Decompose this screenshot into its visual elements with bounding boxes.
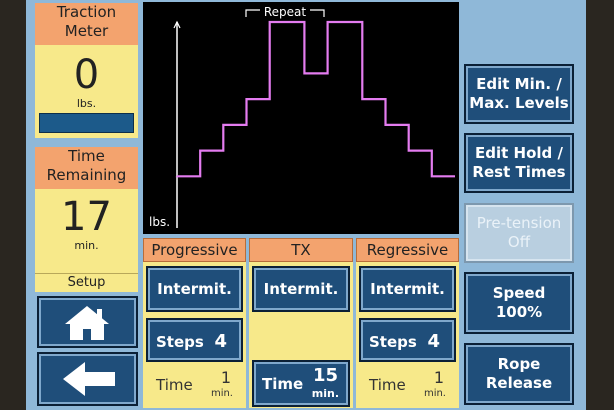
tx-mode-button[interactable]: Intermit. [252,266,350,312]
regressive-time-field[interactable]: Time 1 min. [359,364,456,408]
progressive-steps-button[interactable]: Steps 4 [146,318,243,362]
edit-levels-line1: Edit Min. / [476,75,562,93]
time-remaining-unit: min. [74,239,99,252]
speed-line1: Speed [492,284,546,302]
regressive-time-unit: min. [423,388,446,399]
progressive-mode-button[interactable]: Intermit. [146,266,243,312]
regressive-steps-label: Steps [369,333,417,351]
tx-time-button[interactable]: Time 15 min. [252,360,350,407]
progressive-time-label: Time [156,376,193,394]
rope-release-line2: Release [485,374,553,392]
regressive-time-value: 1 [433,368,444,387]
regressive-steps-button[interactable]: Steps 4 [359,318,456,362]
tab-progressive[interactable]: Progressive [143,238,246,262]
tx-time-value: 15 [312,365,338,386]
time-remaining-header: Time Remaining [35,147,138,189]
home-icon [65,306,109,340]
edit-levels-button[interactable]: Edit Min. / Max. Levels [464,64,574,124]
time-remaining-panel: 17 min. [35,189,138,273]
speed-button[interactable]: Speed 100% [464,272,574,334]
traction-profile-chart: Repeat lbs. [143,2,459,234]
progressive-time-value: 1 [220,368,231,387]
setup-label: Setup [35,273,138,292]
traction-meter-title-line1: Traction [56,3,117,21]
progressive-time-unit: min. [210,388,233,399]
y-unit-label: lbs. [149,215,170,229]
traction-meter-title-line2: Meter [64,22,109,40]
pretension-line2: Off [507,233,531,251]
repeat-label: Repeat [264,5,307,19]
time-remaining-title-line2: Remaining [46,166,127,184]
traction-meter-unit: lbs. [76,97,97,110]
pretension-line1: Pre-tension [476,214,562,232]
regressive-steps-value: 4 [427,331,440,352]
edit-hold-line2: Rest Times [472,163,566,181]
traction-meter-value: 0 [73,52,100,98]
traction-meter-header: Traction Meter [35,3,138,45]
rope-release-button[interactable]: Rope Release [464,343,574,405]
tx-time-unit: min. [311,387,339,400]
tab-tx[interactable]: TX [249,238,353,262]
edit-levels-line2: Max. Levels [469,94,569,112]
time-remaining-title-line1: Time [68,147,105,165]
back-button[interactable] [37,352,138,406]
traction-level-bar [39,113,134,133]
regressive-time-label: Time [369,376,406,394]
time-remaining-value: 17 [61,194,112,240]
regressive-mode-button[interactable]: Intermit. [359,266,456,312]
progressive-steps-label: Steps [156,333,204,351]
back-arrow-icon [63,362,115,396]
progressive-steps-value: 4 [214,331,227,352]
series-line [175,20,455,178]
progressive-time-field[interactable]: Time 1 min. [146,364,243,408]
home-button[interactable] [37,296,138,348]
edit-hold-line1: Edit Hold / [475,144,563,162]
tab-regressive[interactable]: Regressive [356,238,459,262]
traction-profile-plot: Repeat lbs. [149,5,455,229]
pretension-button[interactable]: Pre-tension Off [464,203,574,263]
tx-time-label: Time [262,375,304,393]
traction-meter-panel: 0 lbs. [35,45,138,138]
rope-release-line1: Rope [497,355,541,373]
speed-line2: 100% [495,303,543,321]
edit-hold-rest-button[interactable]: Edit Hold / Rest Times [464,133,574,193]
